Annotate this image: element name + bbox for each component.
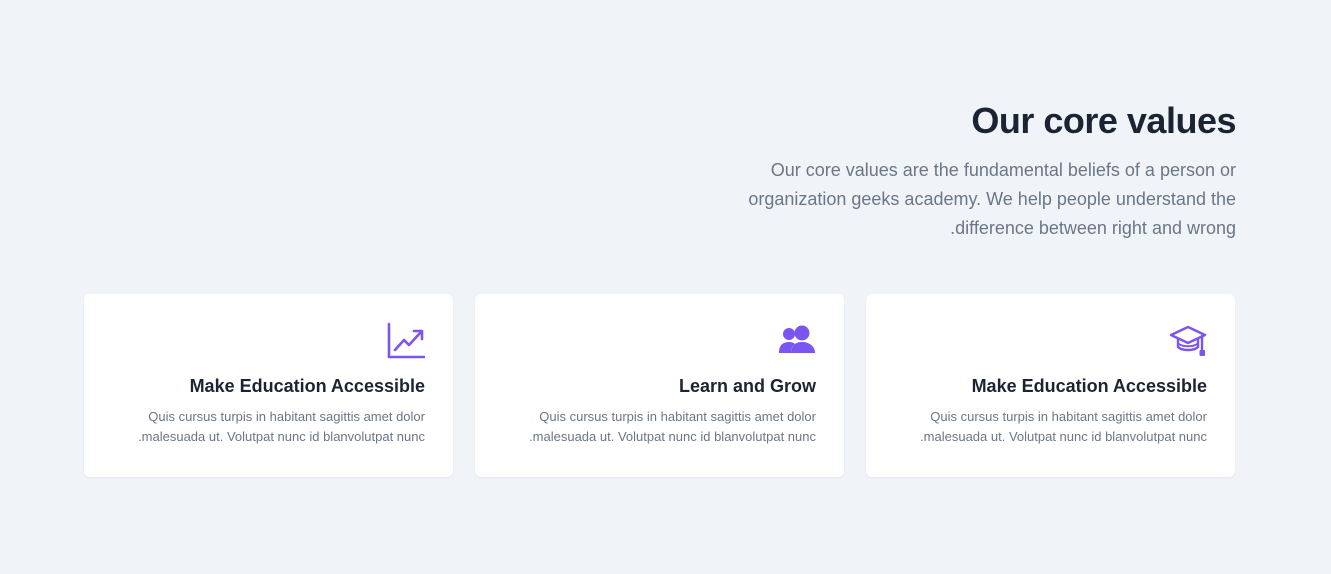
value-card-text: Quis cursus turpis in habitant sagittis … (105, 407, 425, 447)
graduation-cap-icon (1169, 322, 1207, 360)
chart-line-icon (387, 322, 425, 360)
section-description-line: Our core values are the fundamental beli… (770, 160, 1236, 180)
value-card: Learn and Grow Quis cursus turpis in hab… (475, 294, 844, 477)
section-description-line: .difference between right and wrong (950, 218, 1236, 238)
value-card-text: Quis cursus turpis in habitant sagittis … (887, 407, 1207, 447)
value-card: Make Education Accessible Quis cursus tu… (866, 294, 1235, 477)
value-card-text-line: .malesuada ut. Volutpat nunc id blanvolu… (529, 429, 816, 444)
value-card-title: Learn and Grow (678, 376, 816, 396)
value-card-text-line: .malesuada ut. Volutpat nunc id blanvolu… (920, 429, 1207, 444)
value-card: Make Education Accessible Quis cursus tu… (84, 294, 453, 477)
value-card-text-line: Quis cursus turpis in habitant sagittis … (539, 409, 816, 424)
value-card-text: Quis cursus turpis in habitant sagittis … (496, 407, 816, 447)
value-card-text-line: Quis cursus turpis in habitant sagittis … (148, 409, 425, 424)
values-card-list: Make Education Accessible Quis cursus tu… (84, 294, 1236, 477)
core-values-section: Our core values Our core values are the … (0, 0, 1331, 574)
section-description: Our core values are the fundamental beli… (716, 156, 1236, 243)
value-card-text-line: Quis cursus turpis in habitant sagittis … (930, 409, 1207, 424)
section-title: Our core values (971, 100, 1236, 141)
value-card-title: Make Education Accessible (189, 376, 425, 396)
users-icon (778, 322, 816, 360)
value-card-text-line: .malesuada ut. Volutpat nunc id blanvolu… (138, 429, 425, 444)
section-description-line: organization geeks academy. We help peop… (748, 189, 1236, 209)
value-card-title: Make Education Accessible (971, 376, 1207, 396)
